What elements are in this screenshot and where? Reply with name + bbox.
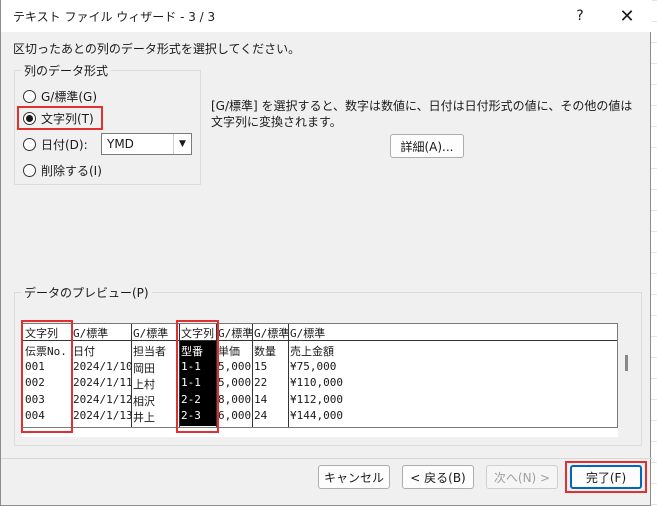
preview-cell: 2024/1/13 (73, 409, 133, 422)
preview-cell: ¥112,000 (290, 392, 343, 406)
cancel-button[interactable]: キャンセル (318, 465, 390, 489)
preview-cell: 5,000 (218, 376, 252, 389)
radio-date[interactable]: 日付(D): (23, 134, 88, 154)
preview-header-cell[interactable]: G/標準 (254, 325, 289, 341)
chevron-down-icon[interactable]: ▼ (173, 134, 191, 154)
preview-cell: 相沢 (133, 394, 155, 408)
preview-header-cell[interactable]: G/標準 (290, 325, 325, 341)
date-format-value: YMD (107, 137, 134, 151)
date-format-select[interactable]: YMD ▼ (101, 133, 192, 155)
highlight-column-1 (21, 320, 73, 433)
radio-general-circle[interactable] (23, 89, 36, 103)
preview-cell: 数量 (254, 345, 276, 358)
dialog-title: テキスト ファイル ウィザード - 3 / 3 (13, 10, 216, 24)
advanced-button[interactable]: 詳細(A)... (390, 134, 464, 158)
radio-general[interactable]: G/標準(G) (23, 86, 97, 106)
radio-skip-label: 削除する(I) (41, 163, 102, 178)
preview-cell: 担当者 (133, 345, 166, 358)
title-bar: テキスト ファイル ウィザード - 3 / 3 ? ✕ (1, 0, 652, 32)
instruction-text: 区切ったあとの列のデータ形式を選択してください。 (13, 42, 301, 56)
radio-skip[interactable]: 削除する(I) (23, 160, 102, 180)
preview-cell: 14 (254, 392, 268, 406)
preview-cell: 売上金額 (290, 345, 334, 358)
radio-skip-circle[interactable] (23, 163, 36, 177)
close-button[interactable]: ✕ (604, 0, 650, 32)
preview-cell: 5,000 (218, 359, 252, 373)
preview-cell: ¥75,000 (290, 359, 337, 373)
preview-cell: 8,000 (218, 392, 252, 406)
data-preview[interactable]: 文字列 G/標準 G/標準 文字列 G/標準 G/標準 G/標準 伝票No. 日付 担当者 型番 単価… (22, 323, 618, 428)
text-import-wizard-dialog: テキスト ファイル ウィザード - 3 / 3 ? ✕ 区切ったあとの列のデータ… (0, 0, 652, 506)
preview-cell: ¥110,000 (290, 376, 343, 389)
radio-date-circle[interactable] (23, 137, 36, 151)
preview-label: データのプレビュー(P) (21, 284, 152, 301)
highlight-text-option (17, 106, 103, 130)
highlight-finish-button (565, 461, 647, 493)
preview-cell: 井上 (133, 411, 155, 424)
preview-cell: 単価 (218, 345, 240, 358)
preview-cell: 6,000 (218, 409, 252, 422)
preview-column-separator (288, 324, 289, 427)
highlight-column-4 (176, 320, 219, 433)
back-button[interactable]: < 戻る(B) (402, 465, 474, 489)
format-description: [G/標準] を選択すると、数字は数値に、日付は日付形式の値に、その他の値は文字… (211, 99, 633, 129)
help-button[interactable]: ? (557, 0, 603, 32)
preview-cell: ¥144,000 (290, 409, 343, 422)
preview-scroll-thumb[interactable] (625, 355, 628, 371)
preview-header-cell[interactable]: G/標準 (73, 325, 108, 341)
column-format-legend: 列のデータ形式 (21, 62, 112, 79)
preview-cell: 岡田 (133, 361, 155, 375)
preview-cell: 15 (254, 359, 268, 373)
preview-header-cell[interactable]: G/標準 (133, 325, 168, 341)
preview-cell: 24 (254, 409, 268, 422)
preview-header-cell[interactable]: G/標準 (218, 325, 253, 341)
preview-column-separator (252, 324, 253, 427)
preview-horizontal-scrollbar[interactable] (22, 428, 618, 437)
radio-general-label: G/標準(G) (41, 89, 98, 104)
preview-cell: 2024/1/10 (73, 359, 133, 373)
next-button[interactable]: 次へ(N) > (486, 465, 558, 489)
preview-cell: 2024/1/12 (73, 392, 133, 406)
preview-cell: 22 (254, 376, 268, 389)
preview-cell: 日付 (73, 345, 95, 358)
footer-divider (1, 458, 652, 459)
preview-cell: 2024/1/11 (73, 376, 133, 389)
preview-cell: 上村 (133, 378, 155, 391)
radio-date-label: 日付(D): (41, 137, 88, 152)
